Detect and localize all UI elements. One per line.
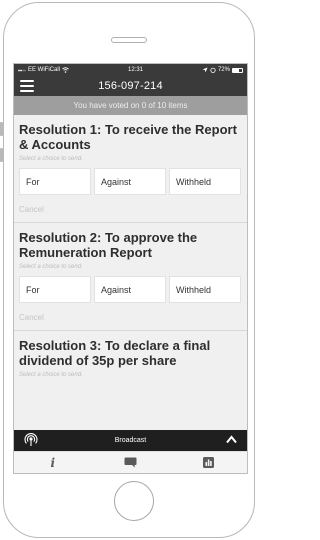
battery-icon [231, 67, 243, 73]
resolution-item: Resolution 1: To receive the Report & Ac… [14, 115, 247, 223]
broadcast-bar[interactable]: Broadcast [14, 430, 247, 451]
tab-chat[interactable] [110, 452, 150, 474]
chart-icon [202, 457, 214, 468]
resolution-title: Resolution 1: To receive the Report & Ac… [19, 122, 237, 152]
choice-withheld-button[interactable]: Withheld [169, 168, 241, 195]
choice-for-button[interactable]: For [19, 168, 91, 195]
phone-side-button [0, 122, 3, 136]
wifi-icon [62, 67, 69, 73]
vote-progress-banner: You have voted on 0 of 10 items [14, 96, 247, 115]
cancel-button[interactable]: Cancel [19, 195, 241, 222]
status-right: 72% [202, 67, 243, 73]
app-screen: EE WiFiCall 12:31 72% 156-097-214 You ha… [13, 63, 248, 474]
info-icon: i [50, 455, 56, 470]
phone-speaker [111, 37, 147, 43]
resolution-item: Resolution 2: To approve the Remuneratio… [14, 223, 247, 331]
resolution-item: Resolution 3: To declare a final dividen… [14, 331, 247, 378]
home-button[interactable] [114, 481, 154, 521]
tab-info[interactable]: i [33, 452, 73, 474]
resolution-list: Resolution 1: To receive the Report & Ac… [14, 115, 247, 378]
signal-icon [18, 69, 26, 71]
broadcast-label: Broadcast [114, 437, 147, 444]
page-title: 156-097-214 [98, 80, 163, 92]
resolution-hint: Select a choice to send. [19, 156, 83, 162]
chevron-up-icon[interactable] [226, 435, 237, 444]
cancel-button[interactable]: Cancel [19, 303, 241, 330]
resolution-title: Resolution 3: To declare a final dividen… [19, 338, 211, 368]
carrier-label: EE WiFiCall [28, 67, 61, 73]
choice-against-button[interactable]: Against [94, 276, 166, 303]
app-header: 156-097-214 [14, 76, 247, 96]
chat-icon [124, 457, 137, 468]
status-bar: EE WiFiCall 12:31 72% [14, 64, 247, 76]
menu-icon[interactable] [20, 80, 34, 92]
battery-percent: 72% [217, 67, 230, 73]
clock-label: 12:31 [127, 67, 143, 73]
resolution-title: Resolution 2: To approve the Remuneratio… [19, 230, 198, 260]
tab-bar: i [14, 451, 247, 473]
choice-for-button[interactable]: For [19, 276, 91, 303]
location-icon [202, 67, 208, 73]
choice-group: For Against Withheld [19, 168, 241, 195]
resolution-hint: Select a choice to send. [19, 264, 83, 270]
resolution-hint: Select a choice to send. [19, 372, 83, 378]
choice-against-button[interactable]: Against [94, 168, 166, 195]
phone-side-button [0, 148, 3, 162]
status-left: EE WiFiCall [18, 67, 69, 73]
choice-group: For Against Withheld [19, 276, 241, 303]
tab-results[interactable] [188, 452, 228, 474]
choice-withheld-button[interactable]: Withheld [169, 276, 241, 303]
alarm-icon [210, 67, 216, 73]
broadcast-icon[interactable] [24, 433, 38, 447]
bottom-bar: Broadcast i [14, 430, 247, 473]
